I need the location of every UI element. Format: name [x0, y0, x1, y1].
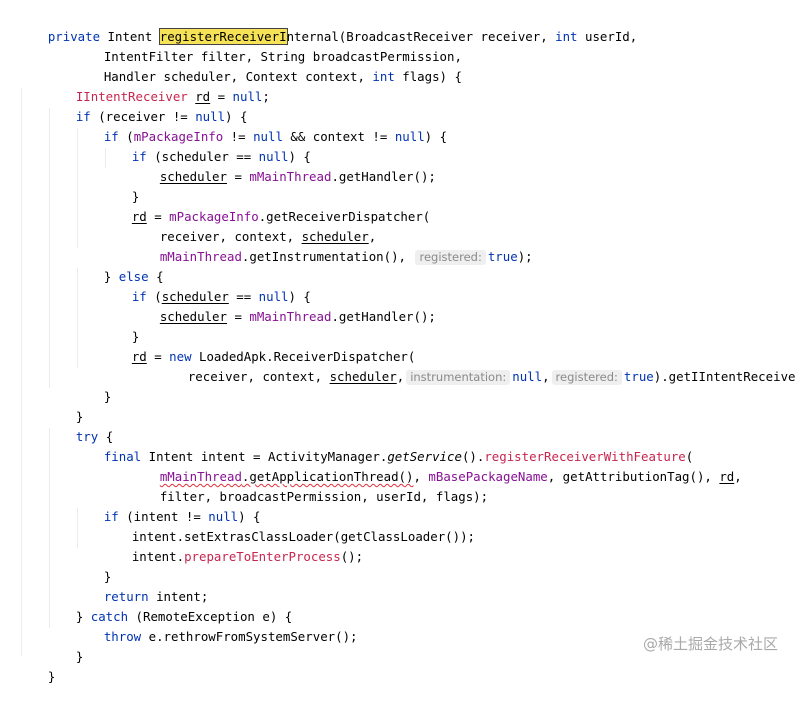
code-line-13: } else {: [103, 269, 164, 284]
code-line-32: }: [75, 649, 84, 664]
code-line-21: try {: [75, 429, 114, 444]
code-line-14: if (scheduler == null) {: [131, 289, 311, 304]
parameter-hint: registered:: [551, 370, 622, 385]
code-line-9: }: [131, 189, 140, 204]
parameter-hint: instrumentation:: [406, 370, 511, 385]
code-line-4: IIntentReceiver rd = null;: [75, 89, 270, 104]
code-line-30: } catch (RemoteException e) {: [75, 609, 293, 624]
parameter-hint: registered:: [415, 250, 486, 265]
code-line-11: receiver, context, scheduler,: [159, 229, 377, 244]
code-line-8: scheduler = mMainThread.getHandler();: [159, 169, 436, 184]
code-line-12: mMainThread.getInstrumentation(), regist…: [159, 249, 533, 265]
code-line-15: scheduler = mMainThread.getHandler();: [159, 309, 436, 324]
code-line-25: if (intent != null) {: [103, 509, 261, 524]
code-line-5: if (receiver != null) {: [75, 109, 248, 124]
code-line-18: receiver, context, scheduler, instrumenta…: [187, 369, 796, 385]
code-line-27: intent.prepareToEnterProcess();: [131, 549, 364, 564]
code-line-28: }: [103, 569, 112, 584]
code-line-6: if (mPackageInfo != null && context != n…: [103, 129, 448, 144]
code-line-1: private Intent registerReceiverInternal(…: [47, 28, 638, 45]
code-line-7: if (scheduler == null) {: [131, 149, 311, 164]
code-line-10: rd = mPackageInfo.getReceiverDispatcher(: [131, 209, 431, 224]
indent-guide: [21, 88, 22, 656]
code-line-19: }: [103, 389, 112, 404]
code-line-16: }: [131, 329, 140, 344]
code-line-22: final Intent intent = ActivityManager.ge…: [103, 449, 694, 464]
code-line-20: }: [75, 409, 84, 424]
code-line-31: throw e.rethrowFromSystemServer();: [103, 629, 358, 644]
watermark: @稀土掘金技术社区: [642, 635, 778, 653]
code-line-17: rd = new LoadedApk.ReceiverDispatcher(: [131, 349, 416, 364]
code-line-24: filter, broadcastPermission, userId, fla…: [159, 489, 489, 504]
code-editor[interactable]: private Intent registerReceiverInternal(…: [0, 0, 796, 684]
code-line-33: }: [47, 669, 56, 684]
code-line-23: mMainThread.getApplicationThread(), mBas…: [159, 469, 742, 484]
code-line-2: IntentFilter filter, String broadcastPer…: [103, 49, 462, 64]
code-line-3: Handler scheduler, Context context, int …: [103, 69, 462, 84]
indent-guide: [49, 108, 50, 388]
code-line-29: return intent;: [103, 589, 209, 604]
code-line-26: intent.setExtrasClassLoader(getClassLoad…: [131, 529, 475, 544]
